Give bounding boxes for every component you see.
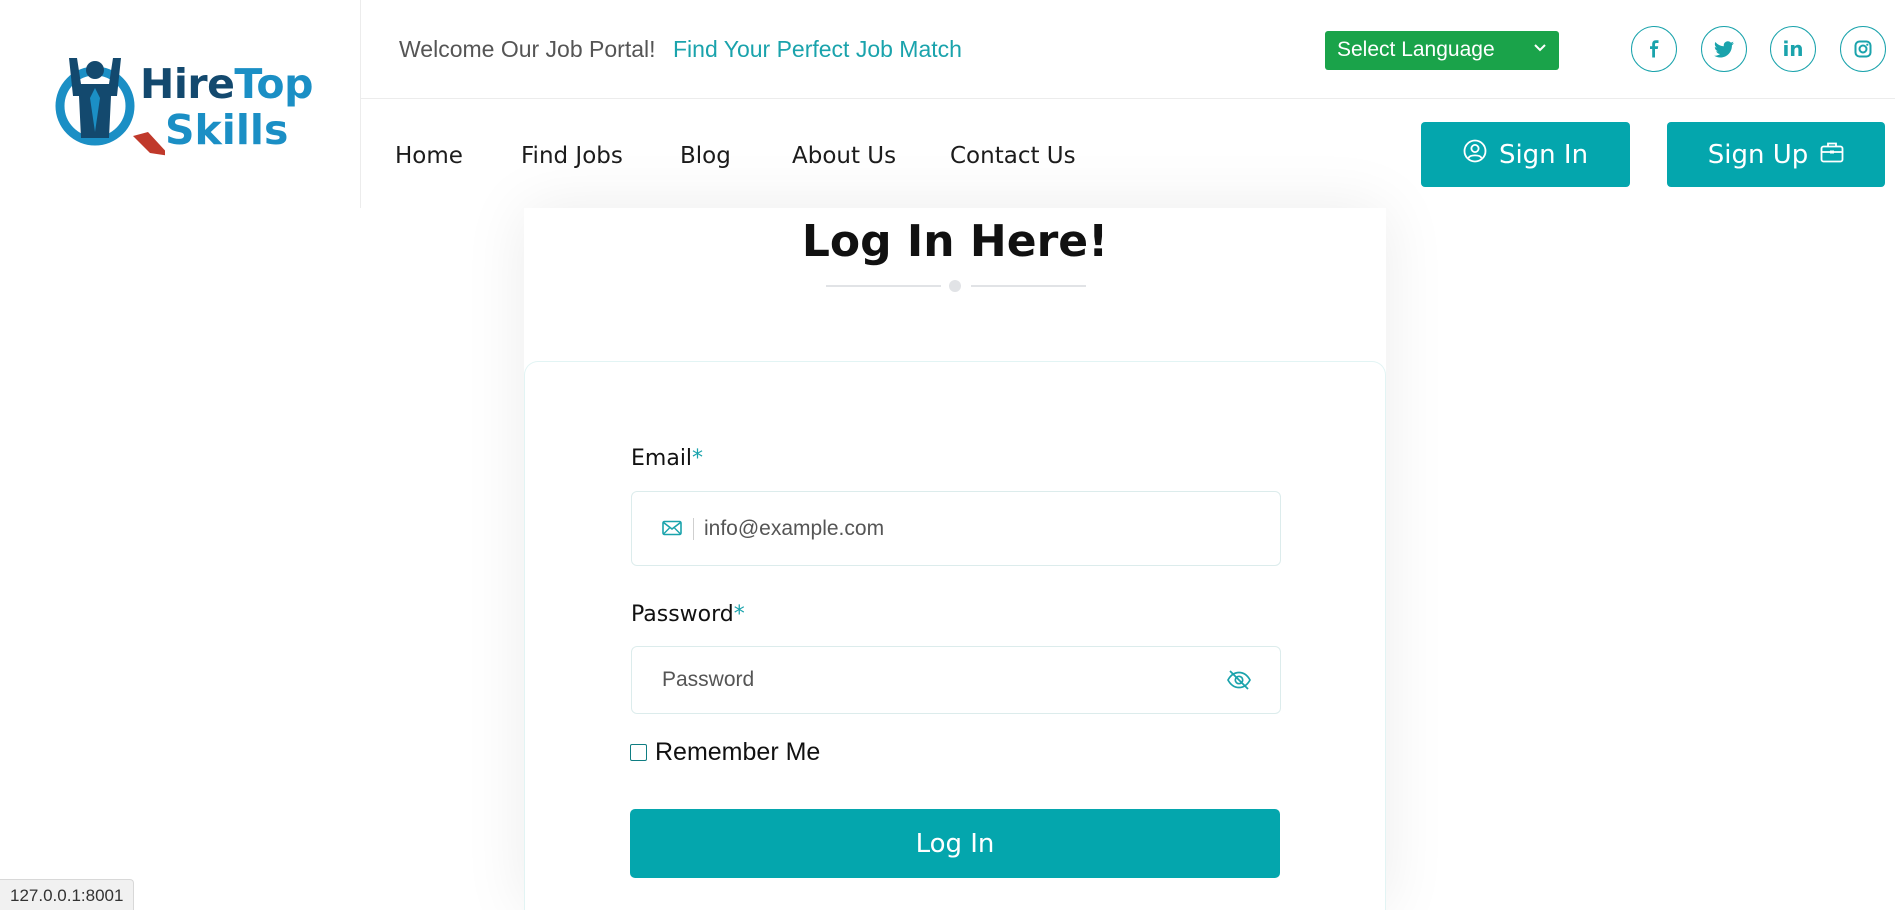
nav-contact-us[interactable]: Contact Us xyxy=(950,143,1076,169)
log-in-button[interactable]: Log In xyxy=(630,809,1280,878)
sign-up-label: Sign Up xyxy=(1707,139,1809,170)
top-bar: Welcome Our Job Portal! Find Your Perfec… xyxy=(361,0,1895,99)
password-label: Password* xyxy=(631,602,745,627)
user-circle-icon xyxy=(1463,139,1487,170)
input-separator xyxy=(693,518,694,540)
tagline-text: Find Your Perfect Job Match xyxy=(673,36,962,62)
nav-about-us[interactable]: About Us xyxy=(792,143,896,169)
email-placeholder: info@example.com xyxy=(704,517,885,540)
site-logo[interactable]: HireTop Skills xyxy=(55,48,315,163)
language-select[interactable]: Select Language xyxy=(1325,31,1559,70)
status-bar-url: 127.0.0.1:8001 xyxy=(0,879,135,910)
linkedin-icon[interactable]: in xyxy=(1770,26,1816,72)
email-label: Email* xyxy=(631,446,704,471)
envelope-icon xyxy=(662,520,682,541)
briefcase-icon xyxy=(1820,140,1844,170)
chevron-down-icon xyxy=(1533,38,1547,59)
password-placeholder: Password xyxy=(662,668,755,691)
title-decoration xyxy=(524,279,1386,293)
login-card: Log In Here! Email* info@example.com Pas… xyxy=(524,208,1386,910)
brand-name-top: Top xyxy=(234,60,313,108)
remember-me-checkbox[interactable] xyxy=(630,744,647,761)
eye-slash-icon[interactable] xyxy=(1226,669,1252,696)
sign-in-button[interactable]: Sign In xyxy=(1421,122,1630,187)
nav-blog[interactable]: Blog xyxy=(680,143,731,169)
twitter-icon[interactable] xyxy=(1701,26,1747,72)
sign-up-button[interactable]: Sign Up xyxy=(1667,122,1885,187)
instagram-icon[interactable] xyxy=(1840,26,1886,72)
login-title: Log In Here! xyxy=(801,216,1109,267)
language-select-value: Select Language xyxy=(1337,38,1495,61)
sign-in-label: Sign In xyxy=(1498,139,1589,170)
email-field[interactable]: info@example.com xyxy=(631,491,1281,566)
nav-home[interactable]: Home xyxy=(395,143,463,169)
password-field[interactable]: Password xyxy=(631,646,1281,714)
nav-find-jobs[interactable]: Find Jobs xyxy=(521,143,623,169)
remember-me-label[interactable]: Remember Me xyxy=(655,738,820,767)
brand-name-skills: Skills xyxy=(165,106,289,154)
brand-name-hire: Hire xyxy=(140,60,235,108)
facebook-icon[interactable] xyxy=(1631,26,1677,72)
remember-me-row: Remember Me xyxy=(630,738,820,767)
welcome-text: Welcome Our Job Portal! xyxy=(399,36,656,62)
